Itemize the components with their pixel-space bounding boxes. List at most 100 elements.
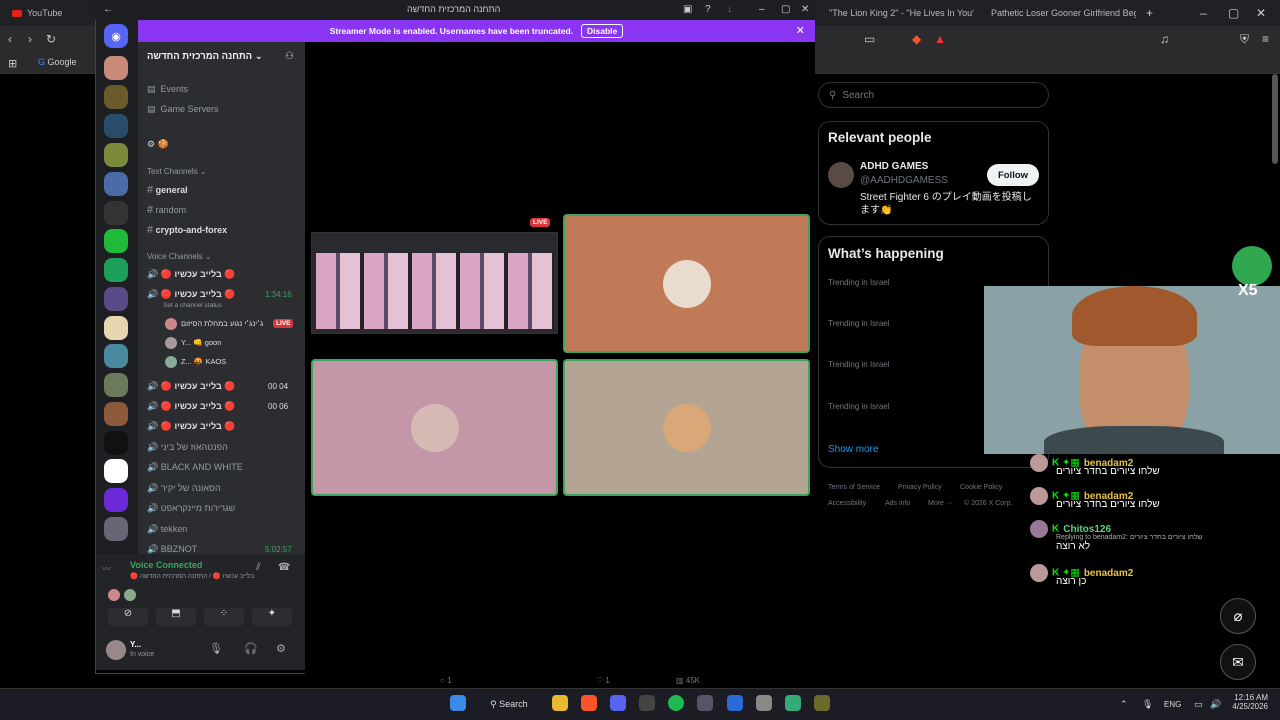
tray-chevron-icon[interactable]: ⌃ (1120, 699, 1128, 710)
voice-connected-label[interactable]: Voice Connected (130, 560, 202, 570)
start-icon[interactable] (450, 695, 466, 711)
shield-icon[interactable]: ⛨ (1240, 32, 1249, 46)
participant-tile[interactable] (311, 359, 558, 496)
browser-tab-video[interactable]: Pathetic Loser Gooner Girlfriend Beg (986, 4, 1136, 22)
music-icon[interactable]: ♫ (1160, 32, 1169, 46)
reload-icon[interactable]: ↻ (46, 32, 56, 46)
server-icon[interactable] (104, 488, 128, 512)
close-icon[interactable]: ✕ (801, 3, 809, 17)
minimize-icon[interactable]: – (1200, 6, 1207, 20)
obs-icon[interactable] (639, 695, 655, 711)
voice-channel[interactable]: 🔊 הפנטהאוז של ביני (147, 442, 228, 453)
brave-rewards-icon[interactable]: ▲ (934, 32, 946, 46)
user-name[interactable]: Y... (130, 640, 141, 649)
server-icon[interactable] (104, 316, 128, 340)
app-icon[interactable] (814, 695, 830, 711)
discord-icon[interactable] (610, 695, 626, 711)
activities-button[interactable]: ⁘ (204, 608, 244, 626)
gear-icon[interactable]: ⚙ (276, 642, 286, 655)
discord-home-icon[interactable]: ◉ (104, 24, 128, 48)
maximize-icon[interactable]: ▢ (1228, 6, 1239, 20)
close-icon[interactable]: ✕ (796, 24, 805, 37)
grok-icon[interactable]: ⌀ (1220, 598, 1256, 634)
reply-count[interactable]: ○ 1 (440, 676, 452, 685)
show-more-link[interactable]: Show more (828, 444, 879, 455)
voice-channel[interactable]: 🔊 BLACK AND WHITE (147, 462, 243, 473)
clock[interactable]: 12:16 AM 4/25/2026 (1232, 693, 1268, 711)
bookmark-google[interactable]: G Google (38, 57, 77, 67)
screen-share-button[interactable]: ⬒ (156, 608, 196, 626)
footer-link[interactable]: Cookie Policy (960, 484, 1002, 491)
trend-item[interactable]: Trending in Israel (828, 402, 890, 411)
brave-icon[interactable] (581, 695, 597, 711)
server-icon[interactable] (104, 287, 128, 311)
server-icon[interactable] (104, 85, 128, 109)
person-name[interactable]: ADHD GAMES (860, 161, 928, 172)
calculator-icon[interactable] (785, 695, 801, 711)
close-icon[interactable]: ✕ (1256, 6, 1266, 20)
server-icon[interactable] (104, 373, 128, 397)
settings-icon[interactable] (756, 695, 772, 711)
browser-tab-lion-king[interactable]: "The Lion King 2" - "He Lives In You" (824, 4, 974, 22)
search-input[interactable]: ⚲ Search (818, 82, 1049, 108)
volume-icon[interactable]: 🔊 (1210, 699, 1221, 710)
server-header[interactable]: התחנה המרכזית החדשה ⌄ (147, 51, 263, 62)
kick-server-icon[interactable] (104, 229, 128, 253)
back-icon[interactable]: ‹ (8, 32, 12, 46)
app-icon[interactable] (697, 695, 713, 711)
text-channels-header[interactable]: Text Channels ⌄ (147, 167, 207, 176)
invite-icon[interactable]: ⚇ (285, 50, 294, 64)
disconnect-icon[interactable]: ☎ (278, 562, 290, 573)
like-count[interactable]: ♡ 1 (596, 676, 610, 685)
server-icon[interactable] (104, 431, 128, 455)
voice-channel[interactable]: 🔊 🔴 בלייב עכשיו 🔴 (147, 401, 235, 412)
trend-item[interactable]: Trending in Israel (828, 360, 890, 369)
forward-icon[interactable]: › (28, 32, 32, 46)
game-servers-link[interactable]: ▤ Game Servers (147, 104, 219, 115)
voice-channels-header[interactable]: Voice Channels ⌄ (147, 252, 212, 261)
voice-channel[interactable]: 🔊 🔴 בלייב עכשיו 🔴 (147, 421, 235, 432)
file-explorer-icon[interactable] (552, 695, 568, 711)
footer-link[interactable]: More ··· (928, 500, 953, 507)
voice-location[interactable]: 🔴 בלייב עכשיו 🔴 / התחנה המרכזית החדשה (130, 572, 254, 580)
voice-channel[interactable]: 🔊 🔴 בלייב עכשיו 🔴 (147, 381, 235, 392)
server-icon[interactable] (104, 402, 128, 426)
spotify-icon[interactable] (668, 695, 684, 711)
server-icon[interactable] (104, 258, 128, 282)
new-tab-icon[interactable]: + (1146, 6, 1153, 20)
server-icon[interactable] (104, 56, 128, 80)
voice-channel[interactable]: 🔊 tekken (147, 524, 187, 535)
avatar[interactable] (106, 640, 126, 660)
soundboard-button[interactable]: ✦ (252, 608, 292, 626)
brave-shield-icon[interactable]: ◆ (912, 32, 921, 46)
microphone-icon[interactable]: 🎙 (209, 642, 223, 655)
channel-general[interactable]: # general (147, 184, 188, 196)
channel-random[interactable]: # random (147, 204, 186, 216)
server-icon[interactable] (104, 172, 128, 196)
minimize-icon[interactable]: – (759, 3, 765, 17)
app-icon[interactable] (727, 695, 743, 711)
voice-user[interactable]: Z... 🤬 KAOS (165, 356, 226, 368)
voice-user[interactable]: Y... 👊 goon (165, 337, 221, 349)
download-icon[interactable]: ↓ (727, 3, 732, 17)
footer-link[interactable]: Accessibility (828, 500, 866, 507)
cast-icon[interactable]: ▭ (864, 32, 875, 46)
menu-icon[interactable]: ≡ (1262, 32, 1269, 46)
voice-user[interactable]: ג׳ינג׳י נגוע במחלת הסיזום (165, 318, 263, 330)
headphones-icon[interactable]: 🎧 (244, 642, 258, 655)
trend-item[interactable]: Trending in Israel (828, 278, 890, 287)
voice-channel[interactable]: 🔊 הסאונה של יקיר (147, 483, 221, 494)
apps-grid-icon[interactable]: ⊞ (8, 57, 17, 71)
view-count[interactable]: ▥ 45K (676, 676, 700, 685)
footer-link[interactable]: Ads info (885, 500, 910, 507)
back-icon[interactable]: ← (103, 3, 113, 17)
browser-tab-youtube[interactable]: YouTube (12, 4, 92, 22)
server-icon[interactable] (104, 459, 128, 483)
events-link[interactable]: ▤ Events (147, 84, 188, 95)
participant-tile[interactable] (563, 359, 810, 496)
server-icon[interactable] (104, 201, 128, 225)
server-icon[interactable] (104, 344, 128, 368)
inbox-icon[interactable]: ▣ (683, 3, 692, 17)
follow-button[interactable]: Follow (987, 164, 1039, 186)
noise-suppression-icon[interactable]: ⫽ (256, 562, 260, 573)
